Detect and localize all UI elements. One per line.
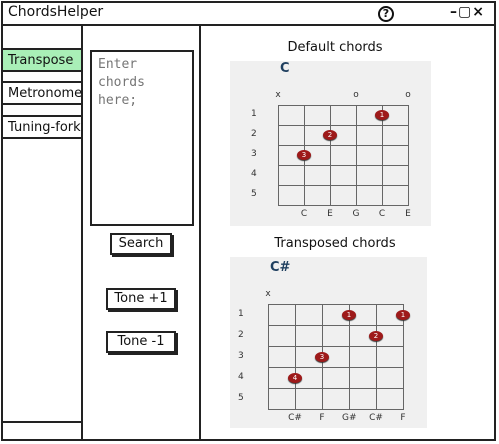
- note-label: C#: [369, 413, 383, 423]
- string-line: [403, 304, 404, 409]
- open-string-marker: x: [275, 90, 281, 100]
- fret-line: [268, 304, 404, 305]
- fret-number: 3: [238, 350, 244, 361]
- window-controls[interactable]: –▢×: [450, 4, 485, 20]
- sidebar-item-tuning-fork[interactable]: Tuning-fork: [1, 115, 81, 139]
- note-label: G#: [342, 413, 357, 423]
- fret-line: [268, 325, 404, 326]
- sidebar-item-transpose[interactable]: Transpose: [1, 48, 81, 72]
- string-line: [408, 105, 409, 205]
- fret-line: [278, 185, 409, 186]
- fret-line: [268, 367, 404, 368]
- note-label: E: [327, 209, 333, 219]
- transposed-chords-title: Transposed chords: [274, 236, 396, 251]
- tone-up-button[interactable]: Tone +1: [106, 288, 176, 310]
- sidebar-footer-divider: [1, 421, 83, 423]
- fret-line: [268, 346, 404, 347]
- note-label: C#: [288, 413, 302, 423]
- transposed-chord-diagram: C# x 1 2 3 4 5 C# F G# C# F 1 1 2 3 4: [230, 257, 427, 428]
- fret-number: 4: [251, 169, 257, 179]
- string-line: [295, 304, 296, 409]
- fret-number: 2: [251, 129, 257, 139]
- open-string-marker: o: [353, 90, 359, 100]
- note-label: G: [352, 209, 360, 219]
- help-icon[interactable]: ?: [378, 6, 394, 22]
- string-line: [376, 304, 377, 409]
- fret-line: [278, 165, 409, 166]
- fret-number: 3: [251, 149, 257, 159]
- chord-name-label: C: [280, 61, 290, 76]
- finger-dot: 4: [288, 372, 302, 383]
- sidebar-item-metronome[interactable]: Metronome: [1, 81, 82, 105]
- finger-dot: 3: [297, 150, 311, 160]
- fret-number: 5: [251, 189, 257, 199]
- fret-number: 4: [238, 371, 244, 382]
- fret-line: [268, 388, 404, 389]
- app-title: ChordsHelper: [8, 4, 104, 20]
- fret-line: [278, 145, 409, 146]
- finger-dot: 2: [323, 130, 337, 140]
- string-line: [349, 304, 350, 409]
- fret-line: [278, 125, 409, 126]
- string-line: [268, 304, 269, 409]
- string-line: [382, 105, 383, 205]
- finger-dot: 1: [342, 309, 356, 320]
- note-label: C: [378, 209, 386, 219]
- string-line: [356, 105, 357, 205]
- default-chord-diagram: Cx o o 1 2 3 4 5 C E G C E 1 2 3: [230, 61, 431, 226]
- string-line: [278, 105, 279, 205]
- fret-line: [278, 105, 409, 106]
- fret-number: 5: [238, 392, 244, 403]
- finger-dot: 1: [396, 309, 410, 320]
- finger-dot: 2: [369, 330, 383, 341]
- fret-number: 1: [238, 308, 244, 319]
- chords-input[interactable]: [90, 50, 194, 226]
- note-label: F: [319, 413, 325, 423]
- finger-dot: 3: [315, 351, 329, 362]
- open-string-marker: x: [265, 289, 271, 299]
- chord-name-label: C#: [270, 260, 291, 275]
- open-string-marker: o: [405, 90, 411, 100]
- fret-line: [278, 205, 409, 206]
- string-line: [330, 105, 331, 205]
- tone-down-button[interactable]: Tone -1: [106, 331, 176, 353]
- note-label: F: [400, 413, 406, 423]
- fret-number: 2: [238, 329, 244, 340]
- search-button[interactable]: Search: [110, 233, 172, 255]
- default-chords-title: Default chords: [287, 40, 383, 55]
- fret-number: 1: [251, 109, 257, 119]
- finger-dot: 1: [375, 110, 389, 120]
- note-label: C: [300, 209, 308, 219]
- note-label: E: [405, 209, 411, 219]
- fret-line: [268, 409, 404, 410]
